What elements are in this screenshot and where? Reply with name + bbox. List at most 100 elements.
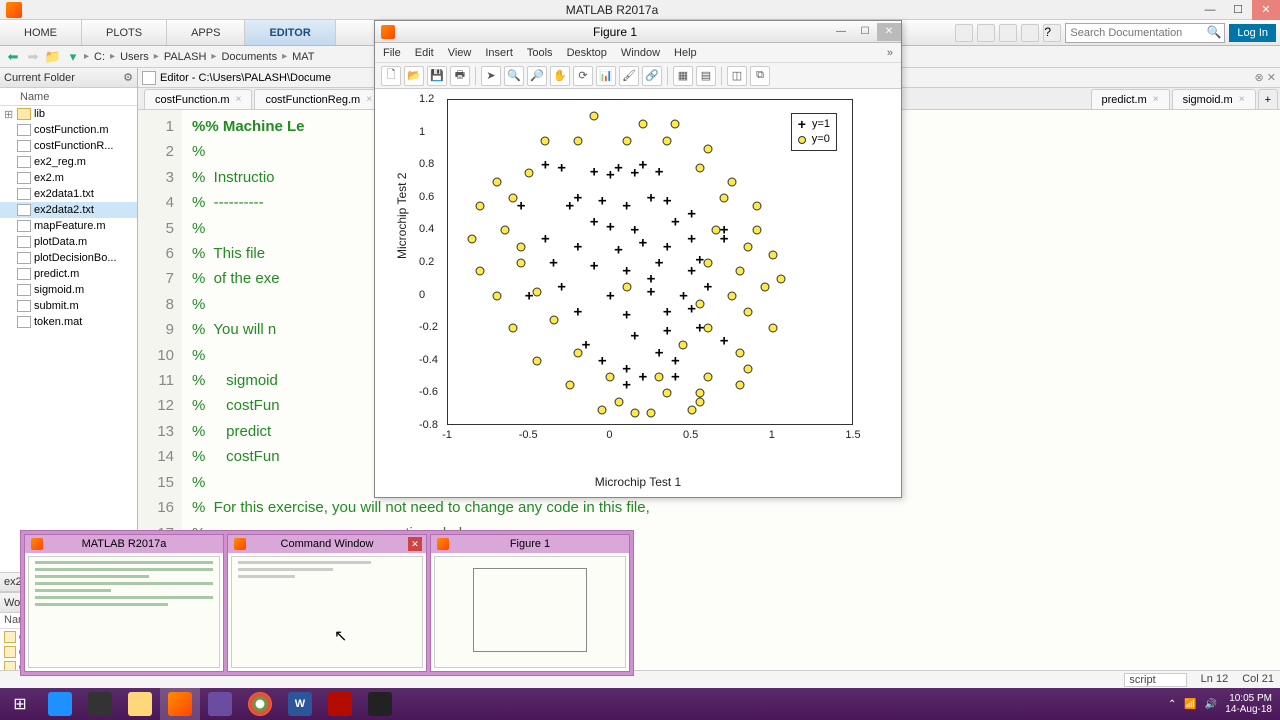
search-icon[interactable]: 🔍 [1206, 25, 1221, 39]
editor-tab[interactable]: costFunction.m× [144, 89, 252, 109]
taskbar-app-matlab[interactable] [160, 688, 200, 720]
nav-up-icon[interactable]: 📁 [44, 48, 62, 66]
taskbar-app-explorer[interactable] [120, 688, 160, 720]
taskbar-app[interactable] [80, 688, 120, 720]
menu-edit[interactable]: Edit [415, 47, 434, 59]
file-row[interactable]: ex2data2.txt [0, 202, 137, 218]
file-row[interactable]: submit.m [0, 298, 137, 314]
pointer-icon[interactable]: ➤ [481, 66, 501, 86]
new-tab-button[interactable]: + [1258, 89, 1278, 109]
quick-access-icon[interactable] [977, 24, 995, 42]
quick-access-icon[interactable] [955, 24, 973, 42]
nav-fwd-icon[interactable]: ➡ [24, 48, 42, 66]
file-row[interactable]: ex2.m [0, 170, 137, 186]
file-row[interactable]: mapFeature.m [0, 218, 137, 234]
nav-dropdown-icon[interactable]: ▾ [64, 48, 82, 66]
menu-tools[interactable]: Tools [527, 47, 553, 59]
help-icon[interactable]: ? [1043, 24, 1061, 42]
menu-insert[interactable]: Insert [485, 47, 513, 59]
colorbar-icon[interactable]: ▦ [673, 66, 693, 86]
editor-tab[interactable]: sigmoid.m× [1172, 89, 1256, 109]
open-icon[interactable]: 📂 [404, 66, 424, 86]
taskbar-app-acrobat[interactable] [320, 688, 360, 720]
menu-file[interactable]: File [383, 47, 401, 59]
legend[interactable]: +y=1 y=0 [791, 113, 837, 151]
preview-close-icon[interactable]: ✕ [408, 537, 422, 551]
tray-clock[interactable]: 10:05 PM14-Aug-18 [1225, 693, 1272, 715]
tab-home[interactable]: HOME [0, 20, 82, 45]
panel-close-icon[interactable]: ⊗ ✕ [1255, 71, 1277, 84]
file-row[interactable]: ⊞lib [0, 106, 137, 122]
taskbar-app-chrome[interactable] [240, 688, 280, 720]
tab-close-icon[interactable]: × [1153, 94, 1159, 105]
file-row[interactable]: token.mat [0, 314, 137, 330]
editor-tab[interactable]: predict.m× [1091, 89, 1170, 109]
breadcrumb[interactable]: C: [91, 51, 108, 63]
figure-window[interactable]: Figure 1 — ☐ ✕ File Edit View Insert Too… [374, 20, 902, 498]
new-figure-icon[interactable]: 🗋 [381, 66, 401, 86]
minimize-button[interactable]: — [1196, 0, 1224, 20]
zoom-out-icon[interactable]: 🔎 [527, 66, 547, 86]
editor-tab[interactable]: costFunctionReg.m× [254, 89, 383, 109]
tab-close-icon[interactable]: × [366, 94, 372, 105]
task-preview[interactable]: Command Window✕ [227, 534, 427, 672]
file-row[interactable]: predict.m [0, 266, 137, 282]
close-button[interactable]: ✕ [1252, 0, 1280, 20]
tab-apps[interactable]: APPS [167, 20, 245, 45]
legend-icon[interactable]: ▤ [696, 66, 716, 86]
close-button[interactable]: ✕ [877, 23, 901, 41]
quick-access-icon[interactable] [999, 24, 1017, 42]
menu-desktop[interactable]: Desktop [567, 47, 607, 59]
search-input[interactable] [1065, 23, 1225, 43]
tab-editor[interactable]: EDITOR [245, 20, 335, 45]
rotate-icon[interactable]: ⟳ [573, 66, 593, 86]
file-row[interactable]: plotDecisionBo... [0, 250, 137, 266]
pan-icon[interactable]: ✋ [550, 66, 570, 86]
dock-icon[interactable]: ◫ [727, 66, 747, 86]
menu-help[interactable]: Help [674, 47, 697, 59]
file-row[interactable]: costFunctionR... [0, 138, 137, 154]
login-button[interactable]: Log In [1229, 24, 1276, 42]
gear-icon[interactable]: ⚙ [123, 71, 133, 84]
breadcrumb[interactable]: Users [117, 51, 152, 63]
data-cursor-icon[interactable]: 📊 [596, 66, 616, 86]
breadcrumb[interactable]: MAT [289, 51, 317, 63]
task-preview[interactable]: MATLAB R2017a [24, 534, 224, 672]
figure-titlebar[interactable]: Figure 1 — ☐ ✕ [375, 21, 901, 43]
undock-icon[interactable]: ⧉ [750, 66, 770, 86]
menu-window[interactable]: Window [621, 47, 660, 59]
nav-back-icon[interactable]: ⬅ [4, 48, 22, 66]
file-row[interactable]: sigmoid.m [0, 282, 137, 298]
maximize-button[interactable]: ☐ [1224, 0, 1252, 20]
taskbar-app-vs[interactable] [200, 688, 240, 720]
col-name[interactable]: Name [0, 88, 137, 106]
tray-network-icon[interactable]: 📶 [1184, 699, 1196, 710]
task-preview[interactable]: Figure 1 [430, 534, 630, 672]
system-tray[interactable]: ⌃ 📶 🔊 10:05 PM14-Aug-18 [1168, 693, 1280, 715]
tab-close-icon[interactable]: × [236, 94, 242, 105]
file-row[interactable]: ex2_reg.m [0, 154, 137, 170]
tab-plots[interactable]: PLOTS [82, 20, 167, 45]
breadcrumb[interactable]: PALASH [161, 51, 210, 63]
link-icon[interactable]: 🔗 [642, 66, 662, 86]
minimize-button[interactable]: — [829, 23, 853, 41]
quick-access-icon[interactable] [1021, 24, 1039, 42]
tray-volume-icon[interactable]: 🔊 [1205, 699, 1217, 710]
print-icon[interactable]: 🖶 [450, 66, 470, 86]
breadcrumb[interactable]: Documents [218, 51, 280, 63]
zoom-in-icon[interactable]: 🔍 [504, 66, 524, 86]
taskbar-app-ie[interactable] [40, 688, 80, 720]
taskbar-app-word[interactable]: W [280, 688, 320, 720]
brush-icon[interactable]: 🖌 [619, 66, 639, 86]
menu-more-icon[interactable]: » [887, 47, 893, 59]
tab-close-icon[interactable]: × [1239, 94, 1245, 105]
taskbar-app[interactable] [360, 688, 400, 720]
menu-view[interactable]: View [448, 47, 472, 59]
maximize-button[interactable]: ☐ [853, 23, 877, 41]
file-row[interactable]: plotData.m [0, 234, 137, 250]
start-button[interactable]: ⊞ [0, 688, 40, 720]
save-icon[interactable]: 💾 [427, 66, 447, 86]
file-row[interactable]: ex2data1.txt [0, 186, 137, 202]
file-row[interactable]: costFunction.m [0, 122, 137, 138]
tray-up-icon[interactable]: ⌃ [1168, 699, 1176, 710]
